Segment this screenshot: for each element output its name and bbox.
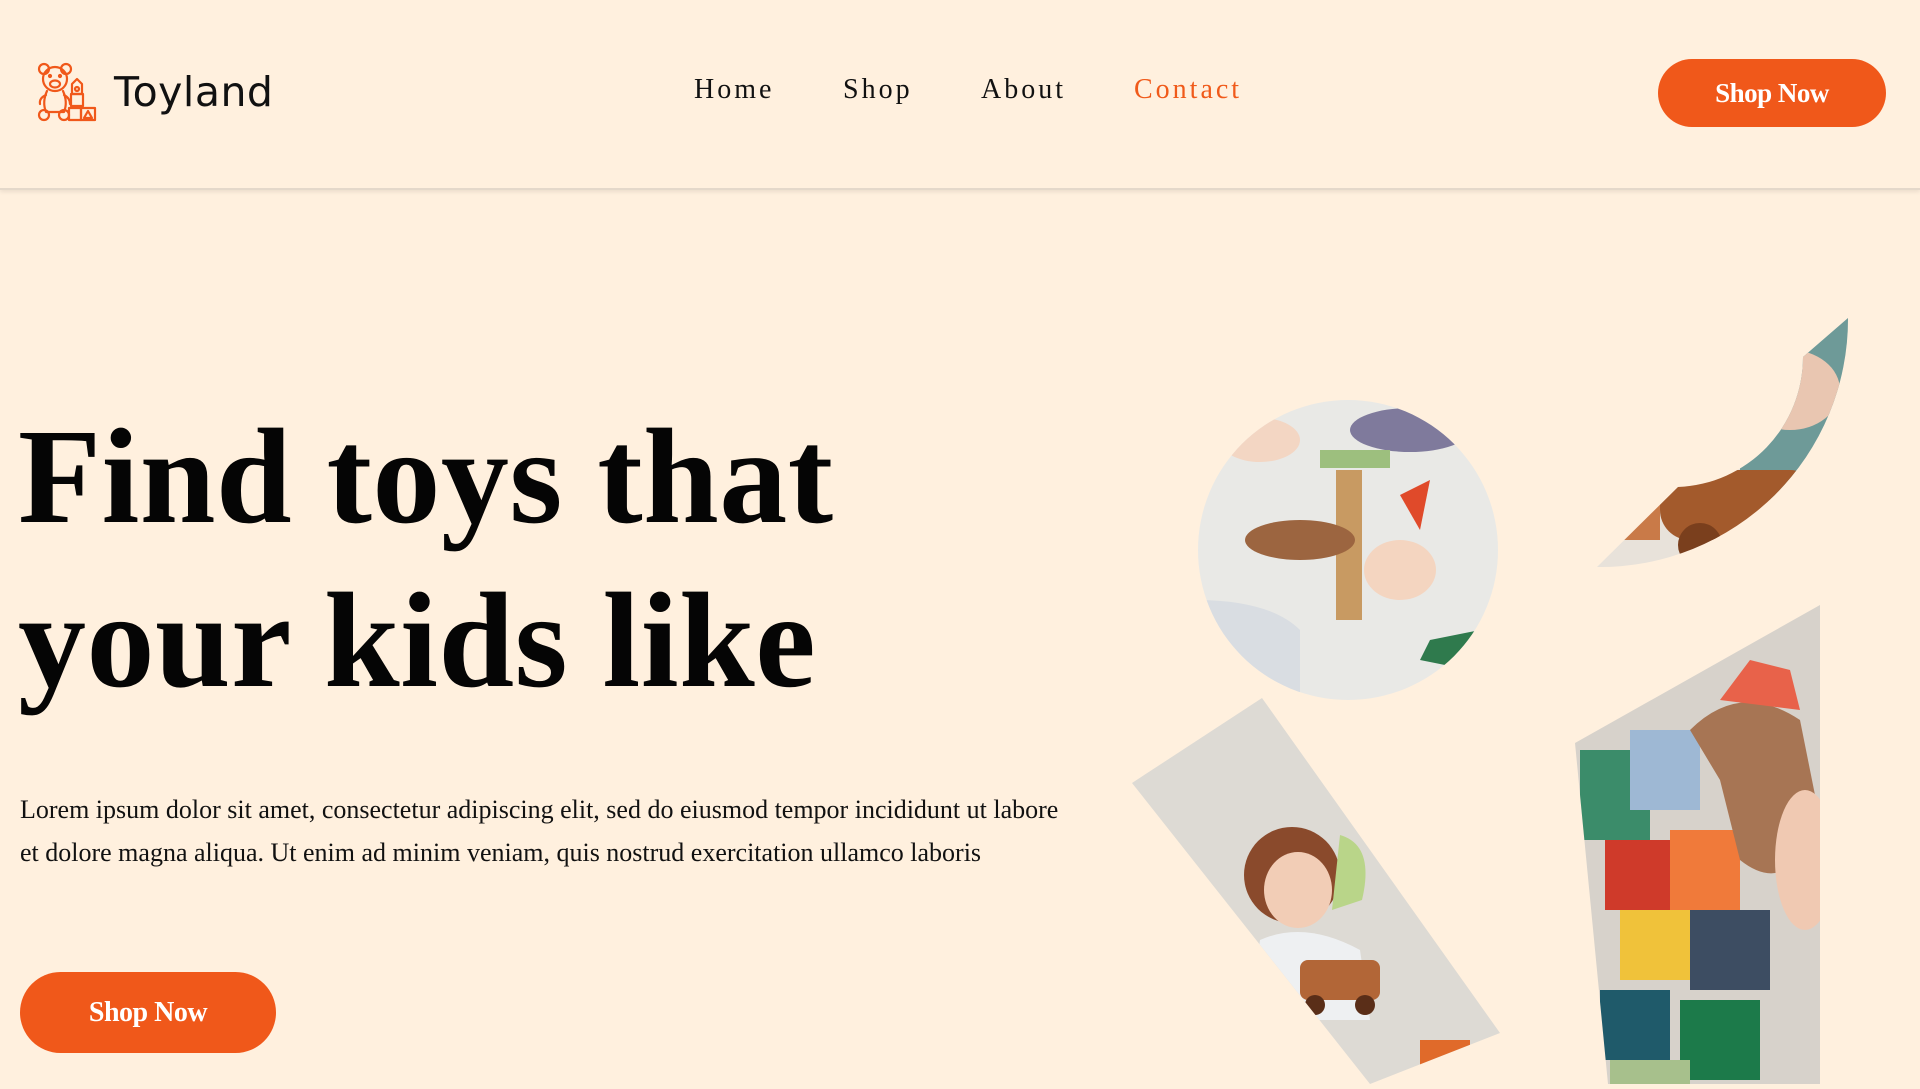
child-dinosaur-toy-image bbox=[1132, 698, 1500, 1084]
hero-shop-now-button[interactable]: Shop Now bbox=[20, 972, 276, 1053]
wooden-dinosaurs-image bbox=[1198, 400, 1498, 700]
nav-item-shop[interactable]: Shop bbox=[843, 74, 913, 106]
hero-image-collage bbox=[1100, 300, 1920, 1084]
nav-item-home[interactable]: Home bbox=[694, 74, 774, 106]
dinosaur-blocks-image bbox=[1575, 605, 1820, 1084]
hero-title-line-2: your kids like bbox=[18, 566, 817, 716]
main-nav: Home Shop About Contact bbox=[0, 74, 1920, 114]
toddler-blocks-image bbox=[1597, 318, 1849, 568]
nav-item-about[interactable]: About bbox=[981, 74, 1066, 106]
hero-description: Lorem ipsum dolor sit amet, consectetur … bbox=[20, 795, 1059, 867]
nav-item-contact[interactable]: Contact bbox=[1134, 74, 1242, 106]
site-header: Toyland Home Shop About Contact Shop Now bbox=[0, 0, 1920, 190]
hero-title: Find toys that your kids like bbox=[18, 395, 978, 723]
hero-title-line-1: Find toys that bbox=[18, 402, 834, 552]
header-shop-now-button[interactable]: Shop Now bbox=[1658, 59, 1886, 127]
